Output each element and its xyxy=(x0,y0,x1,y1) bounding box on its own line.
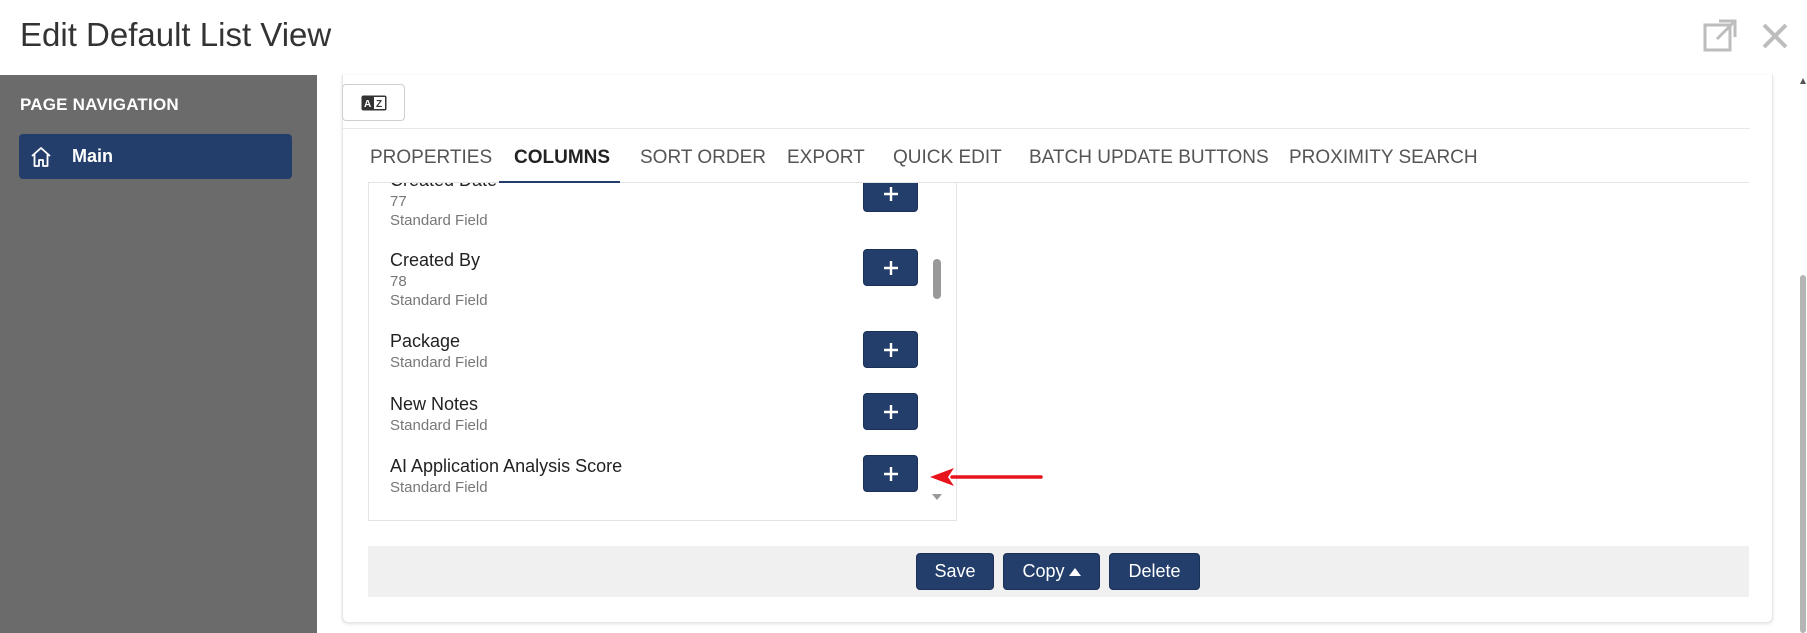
tab-export[interactable]: EXPORT xyxy=(787,147,865,169)
list-item: New Notes Standard Field xyxy=(390,394,930,434)
dialog-title: Edit Default List View xyxy=(20,16,332,53)
sidebar-item-main[interactable]: Main xyxy=(19,134,292,179)
list-item: AI Application Analysis Score Standard F… xyxy=(390,456,930,496)
field-id: 77 xyxy=(390,193,407,210)
svg-text:A: A xyxy=(364,99,371,110)
svg-text:Z: Z xyxy=(376,99,382,110)
page-scroll-up-icon[interactable] xyxy=(1799,77,1807,85)
caret-down-icon xyxy=(932,494,942,500)
field-type: Standard Field xyxy=(390,417,488,434)
field-type: Standard Field xyxy=(390,479,488,496)
delete-button[interactable]: Delete xyxy=(1109,553,1200,590)
translate-button[interactable]: A Z xyxy=(342,84,405,121)
plus-icon xyxy=(883,186,898,201)
delete-label: Delete xyxy=(1128,561,1181,581)
field-name: Created By xyxy=(390,250,481,270)
sidebar-item-label: Main xyxy=(72,146,114,166)
tabs-top-divider xyxy=(343,128,1750,129)
add-field-button[interactable] xyxy=(863,183,918,212)
close-icon xyxy=(1762,23,1788,49)
field-type: Standard Field xyxy=(390,354,488,371)
add-field-button[interactable] xyxy=(863,331,918,368)
caret-up-icon xyxy=(1068,567,1081,576)
list-item: Package Standard Field xyxy=(390,331,930,371)
home-icon xyxy=(31,147,51,167)
field-id: 78 xyxy=(390,273,407,290)
plus-icon xyxy=(883,466,898,481)
popout-icon xyxy=(1703,19,1737,52)
plus-icon xyxy=(883,342,898,357)
field-type: Standard Field xyxy=(390,212,488,229)
list-scrollbar-thumb[interactable] xyxy=(933,259,941,299)
field-name: AI Application Analysis Score xyxy=(390,456,623,476)
tab-columns[interactable]: COLUMNS xyxy=(514,147,610,169)
field-type: Standard Field xyxy=(390,292,488,309)
save-button[interactable]: Save xyxy=(916,553,994,590)
plus-icon xyxy=(883,404,898,419)
list-item: Created By 78 Standard Field xyxy=(390,250,930,309)
add-field-button[interactable] xyxy=(863,249,918,286)
save-label: Save xyxy=(934,561,976,581)
tab-properties[interactable]: PROPERTIES xyxy=(370,147,492,169)
add-ai-application-analysis-score-button[interactable] xyxy=(863,455,918,492)
copy-button[interactable]: Copy xyxy=(1003,553,1100,590)
add-field-button[interactable] xyxy=(863,393,918,430)
close-button[interactable] xyxy=(1755,16,1795,56)
annotation-arrow-icon xyxy=(930,468,1043,486)
copy-label: Copy xyxy=(1022,561,1065,581)
tab-quick-edit[interactable]: QUICK EDIT xyxy=(893,147,1002,169)
title-bar: Edit Default List View xyxy=(0,0,1807,75)
page-navigation-sidebar: PAGE NAVIGATION Main xyxy=(0,75,317,633)
tab-batch-update-buttons[interactable]: BATCH UPDATE BUTTONS xyxy=(1029,147,1269,169)
translate-icon: A Z xyxy=(361,95,386,110)
plus-icon xyxy=(883,260,898,275)
field-name: Created Date xyxy=(390,183,930,191)
field-name: Package xyxy=(390,331,461,351)
tab-sort-order[interactable]: SORT ORDER xyxy=(640,147,766,169)
page-scrollbar-thumb[interactable] xyxy=(1800,275,1806,633)
available-fields-list[interactable]: Created Date 77 Standard Field Created B… xyxy=(368,183,957,521)
popout-button[interactable] xyxy=(1700,16,1740,56)
list-item: Created Date 77 Standard Field xyxy=(390,183,930,229)
list-scroll-down-button[interactable] xyxy=(929,490,945,504)
sidebar-heading: PAGE NAVIGATION xyxy=(20,95,179,114)
field-name: New Notes xyxy=(390,394,479,414)
tab-proximity-search[interactable]: PROXIMITY SEARCH xyxy=(1289,147,1478,169)
